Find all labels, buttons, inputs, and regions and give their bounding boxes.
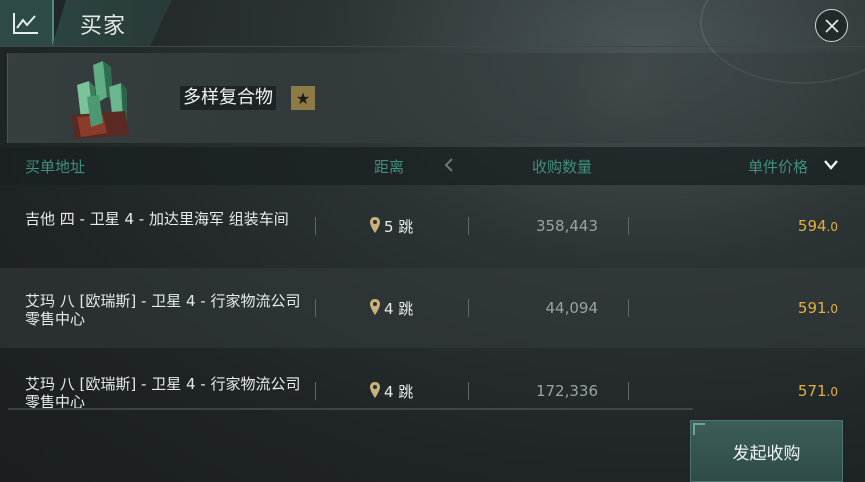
divider: [628, 217, 629, 235]
divider: [628, 299, 629, 317]
buy-order-list[interactable]: 吉他 四 - 卫星 4 - 加达里海军 组装车间 5 跳 358,443 594…: [0, 186, 865, 408]
row-price: 571.0: [720, 382, 838, 400]
close-icon: [824, 18, 839, 33]
table-row[interactable]: 艾玛 八 [欧瑞斯] - 卫星 4 - 行家物流公司 零售中心 4 跳 172,…: [0, 351, 865, 408]
divider: [315, 299, 316, 317]
price-decimal: .0: [826, 385, 838, 399]
column-quantity[interactable]: 收购数量: [532, 156, 592, 177]
row-address: 艾玛 八 [欧瑞斯] - 卫星 4 - 行家物流公司 零售中心: [25, 375, 301, 408]
row-jumps: 4 跳: [384, 383, 414, 401]
place-buy-order-button[interactable]: 发起收购: [690, 420, 843, 482]
column-header-bar: 买单地址 距离 收购数量 单件价格: [0, 147, 865, 185]
item-info-panel: [7, 53, 865, 143]
row-quantity: 172,336: [535, 382, 598, 400]
buy-button-label: 发起收购: [732, 443, 801, 464]
row-quantity: 44,094: [545, 299, 599, 317]
row-price: 591.0: [720, 299, 838, 317]
location-pin-icon: [370, 217, 380, 233]
window-title: 买家: [80, 14, 127, 39]
price-integer: 591: [797, 299, 827, 317]
divider: [468, 382, 469, 400]
table-row[interactable]: 吉他 四 - 卫星 4 - 加达里海军 组装车间 5 跳 358,443 594…: [0, 186, 865, 266]
price-integer: 594: [797, 217, 827, 235]
chevron-down-icon[interactable]: [822, 158, 840, 172]
row-quantity: 358,443: [535, 217, 598, 235]
row-price: 594.0: [720, 217, 838, 235]
location-pin-icon: [370, 382, 380, 398]
window-header: 买家: [0, 0, 865, 48]
column-address[interactable]: 买单地址: [25, 156, 85, 177]
divider: [315, 217, 316, 235]
close-button[interactable]: [815, 9, 848, 42]
row-address: 吉他 四 - 卫星 4 - 加达里海军 组装车间: [25, 210, 289, 228]
table-row[interactable]: 艾玛 八 [欧瑞斯] - 卫星 4 - 行家物流公司 零售中心 4 跳 44,0…: [0, 268, 865, 348]
item-name: 多样复合物: [180, 86, 276, 110]
favorite-star-icon[interactable]: ★: [291, 86, 315, 110]
price-integer: 571: [797, 382, 827, 400]
chevron-left-icon[interactable]: [440, 156, 458, 174]
row-jumps: 5 跳: [384, 218, 414, 236]
crystal-item-icon[interactable]: [63, 57, 135, 143]
column-distance[interactable]: 距离: [374, 156, 404, 177]
price-decimal: .0: [826, 220, 838, 234]
divider: [468, 299, 469, 317]
divider: [468, 217, 469, 235]
header-divider: [0, 46, 865, 47]
divider: [628, 382, 629, 400]
price-decimal: .0: [826, 302, 838, 316]
column-price[interactable]: 单件价格: [748, 156, 808, 177]
market-chart-icon[interactable]: [0, 0, 54, 46]
list-scroll-edge: [8, 408, 693, 410]
divider: [315, 382, 316, 400]
location-pin-icon: [370, 299, 380, 315]
row-jumps: 4 跳: [384, 300, 414, 318]
row-address: 艾玛 八 [欧瑞斯] - 卫星 4 - 行家物流公司 零售中心: [25, 292, 301, 328]
